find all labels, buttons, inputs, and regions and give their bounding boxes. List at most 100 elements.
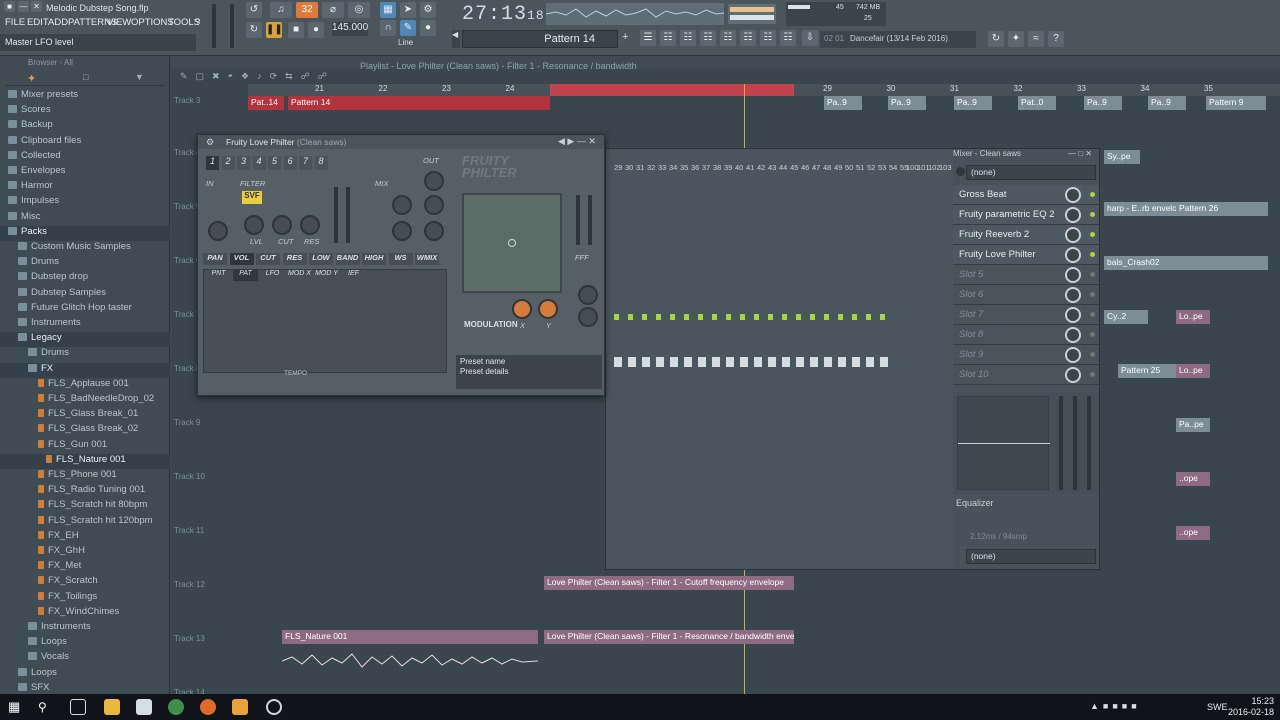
resonance-knob[interactable] bbox=[300, 215, 320, 235]
mixer-insert-number[interactable]: 54 bbox=[889, 163, 897, 172]
filter-tab[interactable]: 6 bbox=[283, 156, 297, 170]
slot-enable-led[interactable] bbox=[1090, 372, 1095, 377]
record-button[interactable]: ● bbox=[308, 22, 324, 38]
playlist-clip[interactable]: Pattern 14 bbox=[288, 96, 550, 110]
slot-mix-knob[interactable] bbox=[1065, 187, 1081, 203]
mixer-insert-number[interactable]: 45 bbox=[790, 163, 798, 172]
envelope-target-tab[interactable]: LOW bbox=[309, 253, 333, 265]
browser-item[interactable]: FLS_Scratch hit 120bpm bbox=[0, 515, 153, 530]
slot-enable-led[interactable] bbox=[1090, 332, 1095, 337]
fff-knob-2[interactable] bbox=[578, 307, 598, 327]
playlist-clip[interactable]: Pat..0 bbox=[1018, 96, 1056, 110]
playlist-clip[interactable]: Cy..2 bbox=[1104, 310, 1148, 324]
mixer-fx-slot[interactable]: Gross Beat bbox=[953, 185, 1099, 205]
magnet-snap-icon[interactable]: ∩ bbox=[380, 20, 396, 36]
playlist-clip[interactable]: harp - E..rb envelope bbox=[1104, 202, 1182, 216]
mixer-window-controls[interactable]: — □ ✕ bbox=[1068, 149, 1092, 158]
playlist-clip[interactable]: Lo..pe bbox=[1176, 310, 1210, 324]
mixer-fx-slot[interactable]: Slot 5 bbox=[953, 265, 1099, 285]
piano-roll-icon[interactable]: ☷ bbox=[660, 30, 676, 46]
mixer-icon[interactable]: ⚙ bbox=[420, 2, 436, 18]
filter-tab[interactable]: 5 bbox=[268, 156, 281, 170]
playlist-icon[interactable]: ☰ bbox=[640, 30, 656, 46]
browser-icon[interactable]: ☷ bbox=[740, 30, 756, 46]
browser-item[interactable]: Drums bbox=[0, 256, 59, 271]
out-knob-1[interactable] bbox=[424, 171, 444, 191]
mixer-insert-number[interactable]: 33 bbox=[658, 163, 666, 172]
playlist-clip[interactable]: FLS_Nature 001 bbox=[282, 630, 538, 644]
playlist-clip[interactable]: Pa..9 bbox=[1084, 96, 1122, 110]
mixer-insert-number[interactable]: 43 bbox=[768, 163, 776, 172]
envelope-sub-tab[interactable]: LFO bbox=[260, 270, 285, 281]
flstudio-logo-icon[interactable]: ■ bbox=[4, 1, 15, 12]
filter-level-knob[interactable] bbox=[244, 215, 264, 235]
metronome-icon[interactable]: ♫ bbox=[270, 2, 292, 18]
pattern-song-toggle[interactable]: ↻ bbox=[246, 22, 262, 38]
mix-knob-1[interactable] bbox=[392, 195, 412, 215]
in-level-knob[interactable] bbox=[208, 221, 228, 241]
store-icon[interactable] bbox=[136, 699, 152, 715]
mixer-insert-number[interactable]: 47 bbox=[812, 163, 820, 172]
browser-back-icon[interactable]: ✦ bbox=[27, 72, 36, 85]
mixer-fx-slot[interactable]: Slot 7 bbox=[953, 305, 1099, 325]
browser-item[interactable]: FX_Scratch bbox=[0, 575, 98, 590]
eq-band-2-slider[interactable] bbox=[1073, 396, 1077, 490]
step-seq-icon[interactable]: ➤ bbox=[400, 2, 416, 18]
mixer-insert-number[interactable]: 29 bbox=[614, 163, 622, 172]
mixer-insert-number[interactable]: 44 bbox=[779, 163, 787, 172]
playlist-clip[interactable]: Pa..9 bbox=[824, 96, 862, 110]
mixer-insert-number[interactable]: 31 bbox=[636, 163, 644, 172]
slot-mix-knob[interactable] bbox=[1065, 327, 1081, 343]
browser-item[interactable]: Legacy bbox=[0, 332, 170, 348]
obs-icon[interactable] bbox=[266, 699, 282, 715]
browser-item[interactable]: FLS_Scratch hit 80bpm bbox=[0, 499, 147, 514]
playlist-clip[interactable]: Love Philter (Clean saws) - Filter 1 - C… bbox=[544, 576, 794, 590]
mixer-leds[interactable] bbox=[614, 314, 894, 320]
envelope-target-tab[interactable]: WS bbox=[388, 253, 413, 265]
stop-button[interactable]: ■ bbox=[288, 22, 304, 38]
playlist-clip[interactable]: Pa..9 bbox=[954, 96, 992, 110]
slot-enable-led[interactable] bbox=[1090, 272, 1095, 277]
filter-tab[interactable]: 4 bbox=[252, 156, 266, 170]
mixer-insert-number[interactable]: 38 bbox=[713, 163, 721, 172]
browser-item[interactable]: Clipboard files bbox=[0, 135, 81, 150]
slot-enable-led[interactable] bbox=[1090, 312, 1095, 317]
browser-item[interactable]: FLS_BadNeedleDrop_02 bbox=[0, 393, 154, 408]
playlist-clip[interactable]: Lo..pe bbox=[1176, 364, 1210, 378]
browser-item[interactable]: Custom Music Samples bbox=[0, 241, 131, 256]
mixer-fx-slot[interactable]: Slot 8 bbox=[953, 325, 1099, 345]
browser-item[interactable]: FLS_Glass Break_02 bbox=[0, 423, 138, 438]
mixer-insert-number[interactable]: 46 bbox=[801, 163, 809, 172]
envelope-sub-tab[interactable]: MOD Y bbox=[314, 270, 339, 281]
browser-item[interactable]: Future Glitch Hop taster bbox=[0, 302, 132, 317]
envelope-editor[interactable]: PNT PAT LFO MOD X MOD Y IEF TEMPO bbox=[203, 269, 447, 377]
firefox-icon[interactable] bbox=[200, 699, 216, 715]
slot-enable-led[interactable] bbox=[1090, 232, 1095, 237]
filter-tab[interactable]: 1 bbox=[206, 156, 219, 170]
chrome-icon[interactable] bbox=[168, 699, 184, 715]
envelope-target-tab[interactable]: PAN bbox=[203, 253, 227, 265]
mixer-insert-number[interactable]: 34 bbox=[669, 163, 677, 172]
mixer-insert-number[interactable]: 42 bbox=[757, 163, 765, 172]
countdown-icon[interactable]: 32 bbox=[296, 2, 318, 18]
browser-item[interactable]: Collected bbox=[0, 150, 61, 165]
slot-mix-knob[interactable] bbox=[1065, 367, 1081, 383]
task-view-icon[interactable] bbox=[70, 699, 86, 715]
master-volume-slider[interactable] bbox=[212, 4, 216, 48]
mod-x-knob[interactable] bbox=[512, 299, 532, 319]
mod-y-knob[interactable] bbox=[538, 299, 558, 319]
mixer-insert-number[interactable]: 32 bbox=[647, 163, 655, 172]
browser-item[interactable]: FLS_Phone 001 bbox=[0, 469, 117, 484]
pattern-prev-icon[interactable]: ◀ bbox=[452, 30, 460, 48]
eq-graph[interactable] bbox=[957, 396, 1050, 490]
browser-item[interactable]: FLS_Nature 001 bbox=[0, 453, 170, 469]
envelope-target-tab[interactable]: WMIX bbox=[415, 253, 439, 265]
filter-slider-1[interactable] bbox=[334, 187, 338, 243]
mixer-fx-slot[interactable]: Fruity parametric EQ 2 bbox=[953, 205, 1099, 225]
blend-notes-icon[interactable]: ◎ bbox=[348, 2, 370, 18]
playlist-clip[interactable]: Love Philter (Clean saws) - Filter 1 - R… bbox=[544, 630, 794, 644]
filter-tab[interactable]: 2 bbox=[221, 156, 235, 170]
render-icon[interactable]: ☷ bbox=[780, 30, 796, 46]
browser-item[interactable]: FX_Toilings bbox=[0, 591, 97, 606]
playlist-clip[interactable]: ..ope bbox=[1176, 526, 1210, 540]
